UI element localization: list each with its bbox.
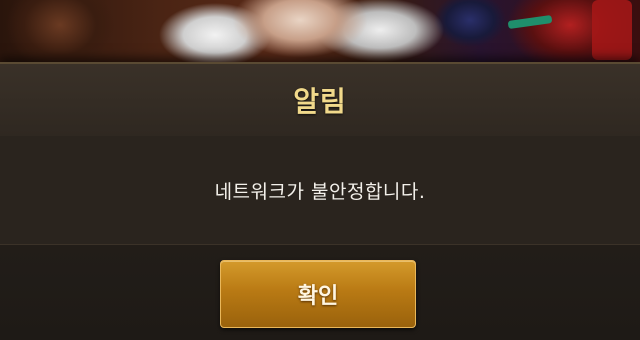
dialog-title: 알림 (293, 85, 347, 118)
confirm-button[interactable]: 확인 (220, 260, 416, 328)
artwork-detail (592, 0, 632, 60)
confirm-button-label: 확인 (297, 284, 339, 309)
dialog-message-area: 네트워크가 불안정합니다. (0, 136, 640, 245)
screen: 알림 네트워크가 불안정합니다. 확인 (0, 0, 640, 340)
dialog-title-bar: 알림 (0, 64, 640, 137)
alert-dialog: 알림 네트워크가 불안정합니다. 확인 (0, 62, 640, 340)
artwork-detail (507, 14, 553, 30)
dialog-message: 네트워크가 불안정합니다. (214, 180, 426, 203)
